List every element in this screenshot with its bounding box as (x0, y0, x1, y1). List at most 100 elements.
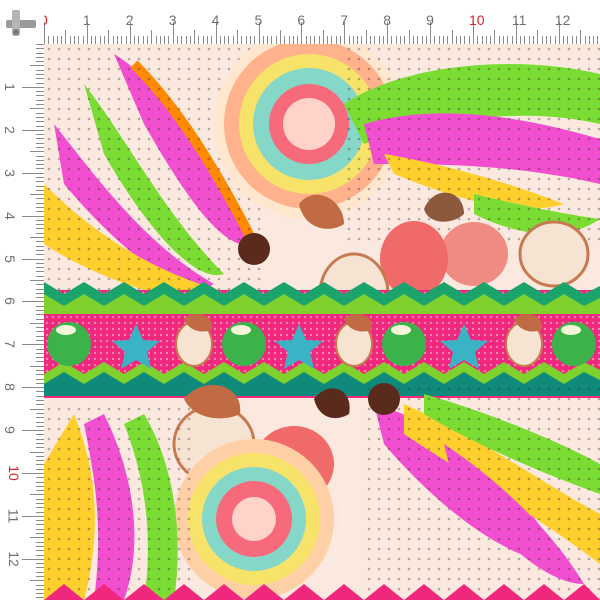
band-coconut-2 (222, 322, 266, 366)
top-ruler-minor-tick (146, 36, 148, 44)
top-ruler-minor-tick (584, 36, 586, 44)
left-ruler-minor-tick (36, 455, 44, 457)
left-ruler-minor-tick (36, 558, 44, 560)
left-ruler-minor-tick (36, 116, 44, 118)
left-ruler-minor-tick (36, 533, 44, 535)
top-ruler-minor-tick (442, 36, 444, 44)
left-ruler-minor-tick (36, 485, 44, 487)
top-ruler-minor-tick (309, 36, 311, 44)
left-ruler-minor-tick (30, 151, 44, 153)
left-ruler-minor-tick (36, 301, 44, 303)
left-ruler-minor-tick (36, 48, 44, 50)
left-ruler-minor-tick (36, 155, 44, 157)
top-ruler-minor-tick (438, 36, 440, 44)
left-ruler-minor-tick (36, 262, 44, 264)
left-ruler-minor-tick (36, 258, 44, 260)
top-ruler-minor-tick (288, 36, 290, 44)
left-ruler-label: 8 (1, 383, 18, 392)
top-ruler-minor-tick (112, 36, 114, 44)
top-ruler-minor-tick (189, 36, 191, 44)
left-ruler-minor-tick (36, 524, 44, 526)
left-ruler-minor-tick (36, 176, 44, 178)
left-ruler-minor-tick (36, 44, 44, 45)
top-ruler-minor-tick (305, 36, 307, 44)
top-ruler-minor-tick (224, 36, 226, 44)
top-ruler-minor-tick (503, 36, 505, 44)
left-ruler-label: 11 (5, 508, 22, 524)
top-ruler-label: 1 (82, 12, 91, 28)
top-ruler-label: 6 (297, 12, 306, 28)
left-ruler-label: 3 (1, 168, 18, 177)
top-ruler: 0123456789101112 (0, 0, 600, 44)
left-ruler-minor-tick (36, 181, 44, 183)
left-ruler-minor-tick (36, 104, 44, 106)
top-ruler-minor-tick (168, 36, 170, 44)
left-ruler-minor-tick (36, 61, 44, 63)
top-ruler-minor-tick (211, 36, 213, 44)
top-ruler-minor-tick (550, 36, 552, 44)
left-ruler-minor-tick (36, 112, 44, 114)
top-ruler-minor-tick (159, 36, 161, 44)
left-ruler-minor-tick (36, 254, 44, 256)
top-ruler-minor-tick (104, 36, 106, 44)
left-ruler-minor-tick (36, 215, 44, 217)
top-ruler-minor-tick (176, 36, 178, 44)
top-ruler-minor-tick (254, 36, 256, 44)
left-ruler-label: 6 (1, 297, 18, 306)
top-ruler-minor-tick (155, 36, 157, 44)
top-ruler-minor-tick (237, 30, 239, 44)
top-ruler-minor-tick (580, 30, 582, 44)
left-ruler-minor-tick (36, 142, 44, 144)
top-ruler-minor-tick (575, 36, 577, 44)
left-ruler-minor-tick (36, 434, 44, 436)
top-ruler-minor-tick (279, 30, 281, 44)
top-ruler-minor-tick (327, 36, 329, 44)
top-ruler-minor-tick (417, 36, 419, 44)
top-ruler-minor-tick (563, 36, 565, 44)
band-coconut-1 (47, 322, 91, 366)
top-ruler-label: 12 (554, 12, 571, 28)
top-ruler-minor-tick (464, 36, 466, 44)
left-ruler-minor-tick (36, 52, 44, 54)
left-ruler-minor-tick (36, 507, 44, 509)
top-ruler-minor-tick (61, 36, 63, 44)
top-ruler-minor-tick (400, 36, 402, 44)
left-ruler-minor-tick (36, 327, 44, 329)
left-ruler-minor-tick (36, 348, 44, 350)
fabric-pattern (44, 44, 600, 600)
left-ruler-minor-tick (36, 95, 44, 97)
top-ruler-minor-tick (361, 36, 363, 44)
left-ruler-minor-tick (36, 391, 44, 393)
left-ruler-label: 7 (1, 340, 18, 349)
left-ruler-minor-tick (36, 438, 44, 440)
left-ruler-label: 9 (1, 426, 18, 434)
top-ruler-minor-tick (125, 36, 127, 44)
left-ruler-minor-tick (36, 352, 44, 354)
left-ruler-label: 5 (1, 254, 18, 263)
top-ruler-minor-tick (485, 36, 487, 44)
left-ruler-minor-tick (36, 284, 44, 286)
top-ruler-minor-tick (134, 36, 136, 44)
left-ruler-minor-tick (36, 129, 44, 131)
top-ruler-minor-tick (232, 36, 234, 44)
top-ruler-label: 4 (211, 12, 220, 28)
top-ruler-minor-tick (545, 36, 547, 44)
left-ruler-minor-tick (36, 374, 44, 376)
left-ruler-minor-tick (36, 232, 44, 234)
top-ruler-minor-tick (378, 36, 380, 44)
left-ruler-minor-tick (36, 207, 44, 209)
left-ruler-minor-tick (36, 460, 44, 462)
left-ruler-minor-tick (36, 121, 44, 123)
left-ruler-minor-tick (36, 164, 44, 166)
left-ruler-minor-tick (36, 567, 44, 569)
left-ruler-minor-tick (36, 520, 44, 522)
left-ruler-minor-tick (36, 314, 44, 316)
left-ruler-minor-tick (36, 477, 44, 479)
top-ruler-minor-tick (412, 36, 414, 44)
left-ruler-minor-tick (36, 421, 44, 423)
left-ruler-minor-tick (36, 224, 44, 226)
top-ruler-minor-tick (528, 36, 530, 44)
top-ruler-minor-tick (588, 36, 590, 44)
left-ruler-minor-tick (36, 361, 44, 363)
top-ruler-minor-tick (434, 36, 436, 44)
